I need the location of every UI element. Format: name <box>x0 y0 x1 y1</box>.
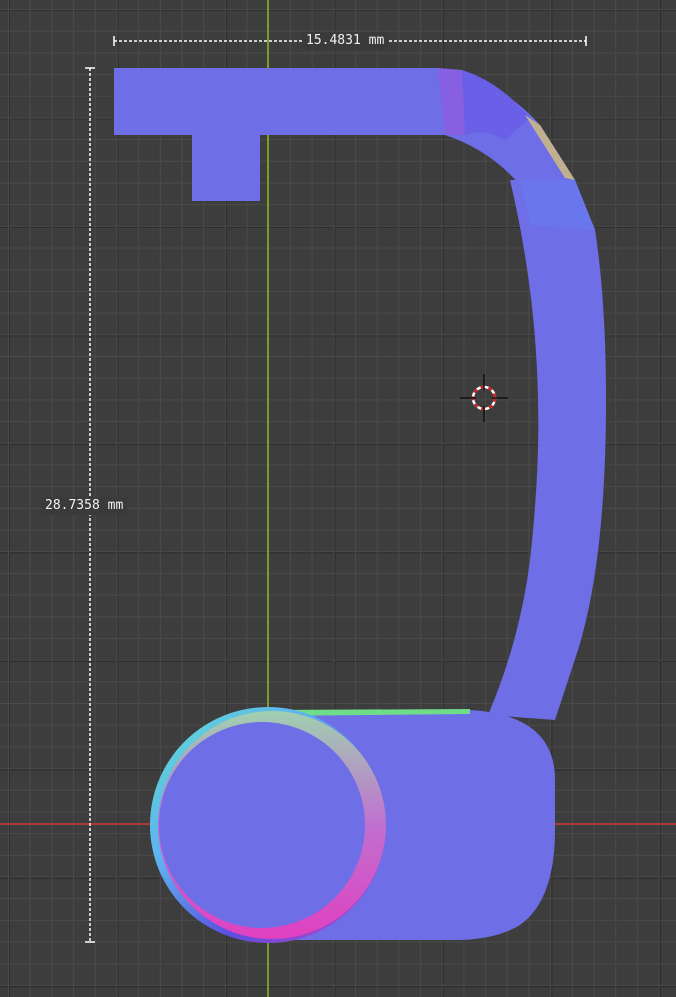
3d-viewport[interactable]: 15.4831 mm 28.7358 mm <box>0 0 676 997</box>
width-measure-label: 15.4831 mm <box>302 32 389 50</box>
side-arm-shade <box>520 180 595 230</box>
3d-cursor-icon[interactable] <box>458 372 510 424</box>
round-knob-face <box>159 722 365 928</box>
height-measure-label: 28.7358 mm <box>41 497 128 515</box>
small-tab <box>192 133 260 201</box>
side-arm <box>488 180 606 720</box>
